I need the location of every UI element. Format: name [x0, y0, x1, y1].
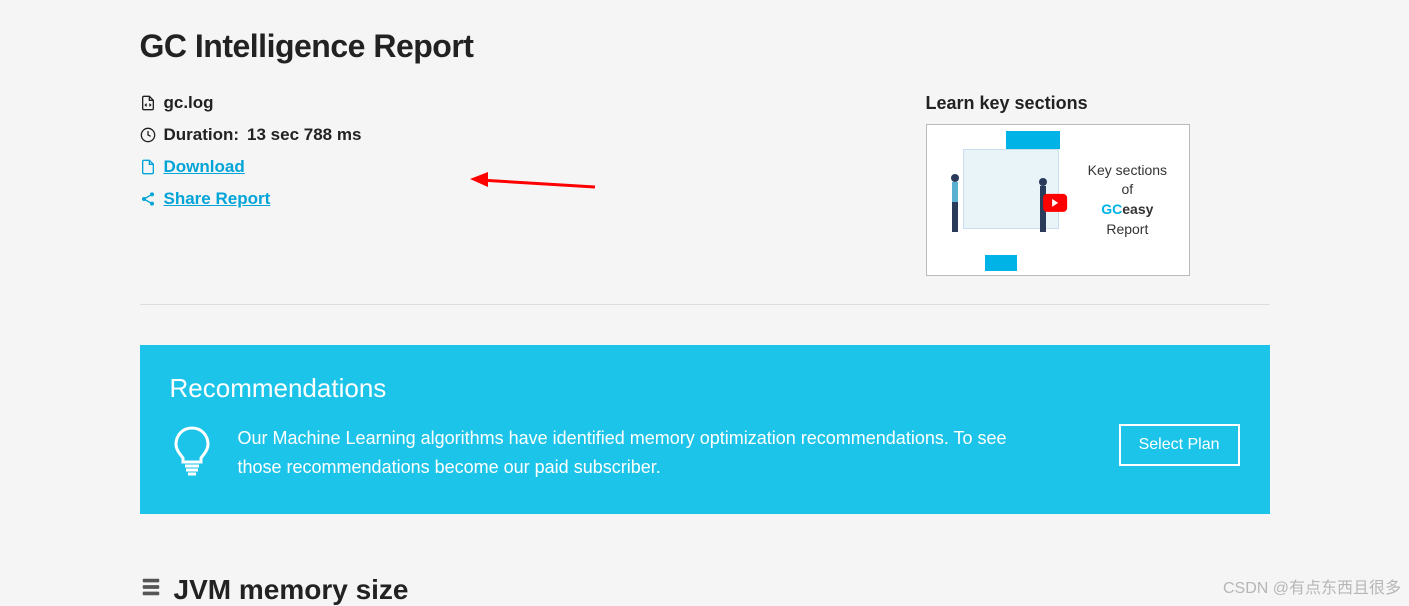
jvm-section: JVM memory size — [140, 574, 1270, 606]
file-code-icon — [140, 95, 156, 111]
duration-row: Duration: 13 sec 788 ms — [140, 125, 362, 145]
divider — [140, 304, 1270, 305]
watermark: CSDN @有点东西且很多 — [1223, 574, 1401, 598]
lightbulb-icon — [170, 424, 214, 481]
share-row[interactable]: Share Report — [140, 189, 362, 209]
share-icon — [140, 191, 156, 207]
thumb-line2: of — [1122, 180, 1134, 200]
clock-icon — [140, 127, 156, 143]
video-thumbnail[interactable]: Key sections of GCeasy Report — [926, 124, 1190, 276]
recommendations-text: Our Machine Learning algorithms have ide… — [238, 424, 1028, 482]
learn-section: Learn key sections Key sections of GCeas… — [926, 93, 1190, 276]
play-icon — [1043, 194, 1067, 212]
share-link[interactable]: Share Report — [164, 189, 271, 209]
recommendations-panel: Recommendations Our Machine Learning alg… — [140, 345, 1270, 514]
page-title: GC Intelligence Report — [140, 28, 1270, 65]
recommendations-title: Recommendations — [170, 373, 1240, 404]
duration-label: Duration: — [164, 125, 240, 145]
file-name: gc.log — [164, 93, 214, 113]
info-block: gc.log Duration: 13 sec 788 ms — [140, 93, 362, 209]
file-row: gc.log — [140, 93, 362, 113]
arrow-annotation-icon — [470, 172, 600, 202]
learn-title: Learn key sections — [926, 93, 1190, 114]
video-thumb-text: Key sections of GCeasy Report — [1066, 125, 1188, 275]
thumb-line1: Key sections — [1088, 161, 1167, 181]
download-row[interactable]: Download — [140, 157, 362, 177]
thumb-line3: GCeasy — [1101, 200, 1153, 220]
jvm-title: JVM memory size — [174, 574, 409, 606]
stack-icon — [140, 576, 162, 603]
duration-value: 13 sec 788 ms — [247, 125, 361, 145]
download-link[interactable]: Download — [164, 157, 245, 177]
pdf-icon — [140, 159, 156, 175]
top-section: gc.log Duration: 13 sec 788 ms — [140, 93, 1270, 276]
thumb-line4: Report — [1106, 220, 1148, 240]
select-plan-button[interactable]: Select Plan — [1119, 424, 1240, 466]
